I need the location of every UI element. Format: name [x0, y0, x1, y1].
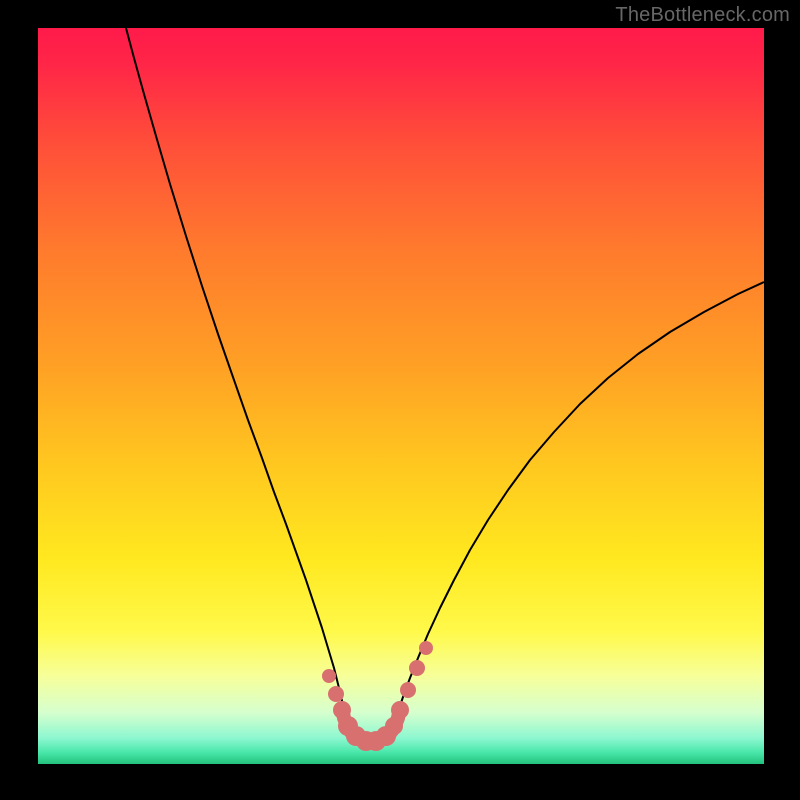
bottleneck-chart — [38, 28, 764, 764]
chart-container: TheBottleneck.com — [0, 0, 800, 800]
chart-plot-area — [38, 28, 764, 764]
chart-background — [38, 28, 764, 764]
data-marker — [419, 641, 433, 655]
watermark-text: TheBottleneck.com — [615, 4, 790, 27]
data-marker — [385, 717, 403, 735]
data-marker — [328, 686, 344, 702]
data-marker — [391, 701, 409, 719]
data-marker — [322, 669, 336, 683]
data-marker — [409, 660, 425, 676]
data-marker — [400, 682, 416, 698]
